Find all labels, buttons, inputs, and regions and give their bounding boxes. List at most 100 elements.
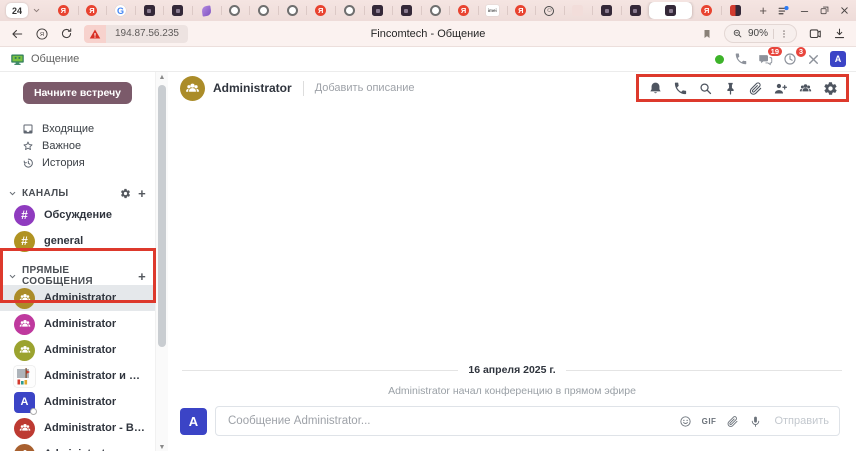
user-avatar[interactable]: A (830, 51, 846, 67)
sidebar-item-inbox[interactable]: Входящие (0, 120, 155, 137)
collections-icon[interactable] (808, 27, 822, 41)
dm-item[interactable]: AAdministrator (0, 389, 155, 415)
channels-section-header[interactable]: КАНАЛЫ + (0, 184, 155, 202)
add-user-button[interactable] (769, 79, 791, 97)
files-button[interactable] (744, 79, 766, 97)
minimize-button[interactable] (799, 5, 810, 16)
sidebar-panel-icon[interactable] (777, 4, 790, 17)
zoom-control[interactable]: 90% (724, 24, 797, 43)
sidebar-scrollbar[interactable]: ▲ ▼ (155, 72, 168, 451)
browser-tab[interactable] (592, 2, 621, 19)
bookmark-icon[interactable] (701, 28, 713, 40)
message-input[interactable] (226, 414, 669, 428)
members-button[interactable] (794, 79, 816, 97)
browser-tab[interactable] (335, 2, 364, 19)
zoom-divider (773, 29, 774, 39)
start-meeting-button[interactable]: Начните встречу (23, 82, 132, 104)
add-dm-icon[interactable]: + (138, 270, 146, 283)
message-input-box[interactable]: GIF Отправить (215, 406, 840, 436)
browser-tab[interactable]: G (106, 2, 135, 19)
browser-tab[interactable] (364, 2, 393, 19)
url-text[interactable]: 194.87.56.235 (106, 25, 188, 43)
close-button[interactable] (839, 5, 850, 16)
microphone-icon[interactable] (749, 415, 762, 428)
scroll-up-arrow-icon[interactable]: ▲ (156, 74, 168, 81)
pinned-messages-button[interactable] (719, 79, 741, 97)
dm-item[interactable]: Administrator (0, 311, 155, 337)
channels-chevron-icon[interactable] (8, 189, 17, 198)
browser-tab[interactable]: Я (49, 2, 78, 19)
restore-button[interactable] (819, 5, 830, 16)
messenger-icon[interactable]: 19 (758, 52, 773, 67)
back-icon[interactable] (10, 27, 24, 41)
channel-item[interactable]: #general (0, 228, 155, 254)
attach-file-icon[interactable] (726, 415, 739, 428)
history-clock-icon[interactable]: 3 (783, 52, 797, 66)
browser-tab[interactable] (221, 2, 250, 19)
scroll-down-arrow-icon[interactable]: ▼ (156, 444, 168, 451)
gif-icon[interactable]: GIF (702, 417, 717, 426)
dm-section-header[interactable]: ПРЯМЫЕ СООБЩЕНИЯ + (0, 267, 155, 285)
add-channel-icon[interactable]: + (138, 187, 146, 200)
dm-item[interactable]: Administrator и Наталья (0, 441, 155, 451)
downloads-icon[interactable] (833, 27, 846, 40)
refresh-icon[interactable] (60, 27, 73, 40)
browser-tab[interactable]: Я (306, 2, 335, 19)
header-divider (303, 81, 304, 96)
tab-list-chevron-icon[interactable] (32, 6, 41, 15)
chat-title[interactable]: Administrator (213, 81, 292, 95)
zoom-out-icon[interactable] (732, 28, 743, 39)
window-controls (773, 4, 850, 17)
dm-item[interactable]: Administrator и Наталья (0, 363, 155, 389)
tools-icon[interactable] (807, 53, 820, 66)
browser-tab[interactable]: ☺ (535, 2, 564, 19)
search-button[interactable] (694, 79, 716, 97)
scrollbar-thumb[interactable] (158, 85, 166, 347)
channels-section-label: КАНАЛЫ (22, 188, 69, 199)
calls-icon[interactable] (734, 52, 748, 66)
notifications-button[interactable] (644, 79, 666, 97)
browser-tab[interactable]: Я (78, 2, 107, 19)
sidebar-item-important[interactable]: Важное (0, 137, 155, 154)
sidebar-item-history[interactable]: История (0, 154, 155, 171)
yandex-home-icon[interactable]: Я (35, 27, 49, 41)
browser-tab[interactable] (135, 2, 164, 19)
browser-tab[interactable]: Я (507, 2, 536, 19)
browser-tab[interactable] (392, 2, 421, 19)
new-tab-button[interactable]: + (753, 2, 773, 19)
add-description-link[interactable]: Добавить описание (315, 82, 415, 94)
team-icon (798, 81, 813, 96)
call-button[interactable] (669, 79, 691, 97)
userplus-icon (773, 81, 788, 96)
browser-tab[interactable] (564, 2, 593, 19)
channels-settings-icon[interactable] (120, 188, 131, 199)
zoom-menu-icon[interactable] (779, 29, 789, 39)
browser-tab[interactable]: Я (449, 2, 478, 19)
browser-tab[interactable] (621, 2, 650, 19)
send-button[interactable]: Отправить (774, 415, 829, 427)
channel-item[interactable]: #Обсуждение (0, 202, 155, 228)
image-avatar (14, 366, 35, 387)
dm-item[interactable]: Administrator - Встреча со м... (0, 415, 155, 441)
dm-item-selected[interactable]: Administrator (0, 285, 155, 311)
browser-tab[interactable] (163, 2, 192, 19)
browser-tab[interactable] (721, 2, 749, 19)
message-area[interactable]: 16 апреля 2025 г. Administrator начал ко… (168, 104, 856, 402)
security-warning-icon[interactable] (84, 25, 106, 43)
search-icon (698, 81, 713, 96)
browser-tab[interactable] (278, 2, 307, 19)
browser-tab[interactable]: Я (692, 2, 721, 19)
dm-item[interactable]: Administrator (0, 337, 155, 363)
browser-tab[interactable] (192, 2, 221, 19)
dm-chevron-icon[interactable] (8, 272, 17, 281)
browser-tab[interactable] (249, 2, 278, 19)
chat-room-avatar[interactable] (180, 76, 205, 101)
browser-tab-active[interactable] (649, 2, 692, 19)
tab-counter[interactable]: 24 (6, 3, 28, 18)
address-bar[interactable]: 194.87.56.235 (84, 25, 188, 43)
browser-tab[interactable]: imei (478, 2, 507, 19)
browser-tab[interactable] (421, 2, 450, 19)
emoji-icon[interactable] (679, 415, 692, 428)
online-status-dot[interactable] (715, 55, 724, 64)
options-button[interactable] (819, 79, 841, 97)
